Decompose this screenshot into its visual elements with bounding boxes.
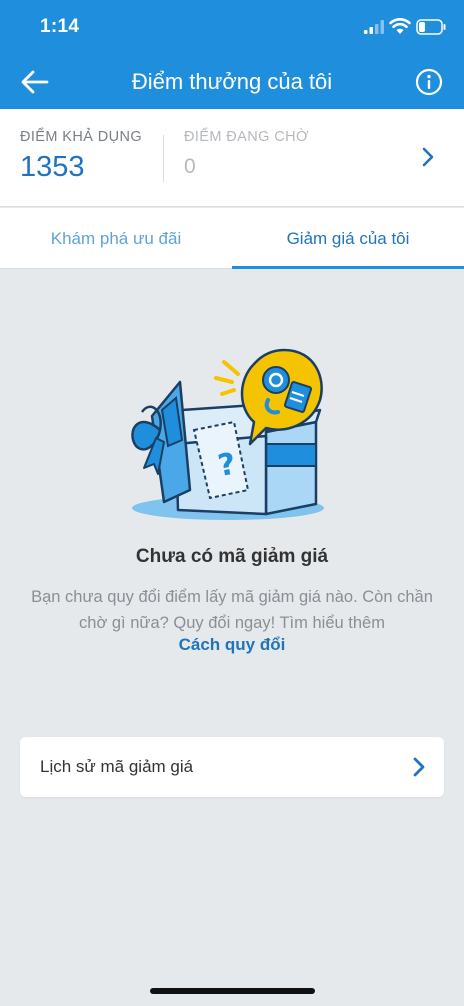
pending-points-label: ĐIỂM ĐANG CHỜ bbox=[184, 129, 309, 145]
back-button[interactable] bbox=[18, 66, 52, 98]
battery-icon bbox=[416, 19, 446, 35]
home-indicator[interactable] bbox=[150, 988, 315, 994]
chevron-right-icon bbox=[413, 757, 425, 777]
active-tab-indicator bbox=[232, 266, 464, 269]
how-to-redeem-link[interactable]: Cách quy đổi bbox=[0, 635, 464, 655]
cellular-signal-icon bbox=[364, 20, 384, 34]
pending-points: ĐIỂM ĐANG CHỜ 0 bbox=[184, 129, 309, 179]
status-bar: 1:14 bbox=[0, 0, 464, 56]
tab-explore-offers[interactable]: Khám phá ưu đãi bbox=[0, 208, 232, 269]
pending-points-value: 0 bbox=[184, 155, 196, 178]
available-points: ĐIỂM KHẢ DỤNG 1353 bbox=[20, 129, 142, 184]
points-summary[interactable]: ĐIỂM KHẢ DỤNG 1353 ĐIỂM ĐANG CHỜ 0 bbox=[0, 109, 464, 207]
nav-bar: Điểm thưởng của tôi bbox=[0, 56, 464, 109]
open-gift-box-coupon-illustration: ? bbox=[131, 348, 324, 520]
arrow-left-icon bbox=[21, 70, 49, 94]
wifi-icon bbox=[389, 18, 411, 34]
tab-my-discounts[interactable]: Giảm giá của tôi bbox=[232, 208, 464, 269]
app-header: 1:14 Điểm thưởng của tôi bbox=[0, 0, 464, 109]
tab-bar: Khám phá ưu đãi Giảm giá của tôi bbox=[0, 208, 464, 269]
discount-history-label: Lịch sử mã giảm giá bbox=[40, 757, 194, 776]
info-circle-icon bbox=[415, 68, 443, 96]
available-points-label: ĐIỂM KHẢ DỤNG bbox=[20, 129, 143, 145]
discount-history-button[interactable]: Lịch sử mã giảm giá bbox=[20, 737, 444, 797]
available-points-value: 1353 bbox=[20, 151, 85, 183]
points-divider bbox=[163, 135, 164, 182]
empty-state-description: Bạn chưa quy đổi điểm lấy mã giảm giá nà… bbox=[31, 588, 433, 632]
points-details-button[interactable] bbox=[418, 145, 438, 169]
info-button[interactable] bbox=[414, 67, 444, 97]
chevron-right-icon bbox=[422, 147, 434, 167]
status-time: 1:14 bbox=[40, 16, 80, 37]
page-title: Điểm thưởng của tôi bbox=[131, 69, 333, 94]
empty-state-title: Chưa có mã giảm giá bbox=[135, 546, 329, 567]
